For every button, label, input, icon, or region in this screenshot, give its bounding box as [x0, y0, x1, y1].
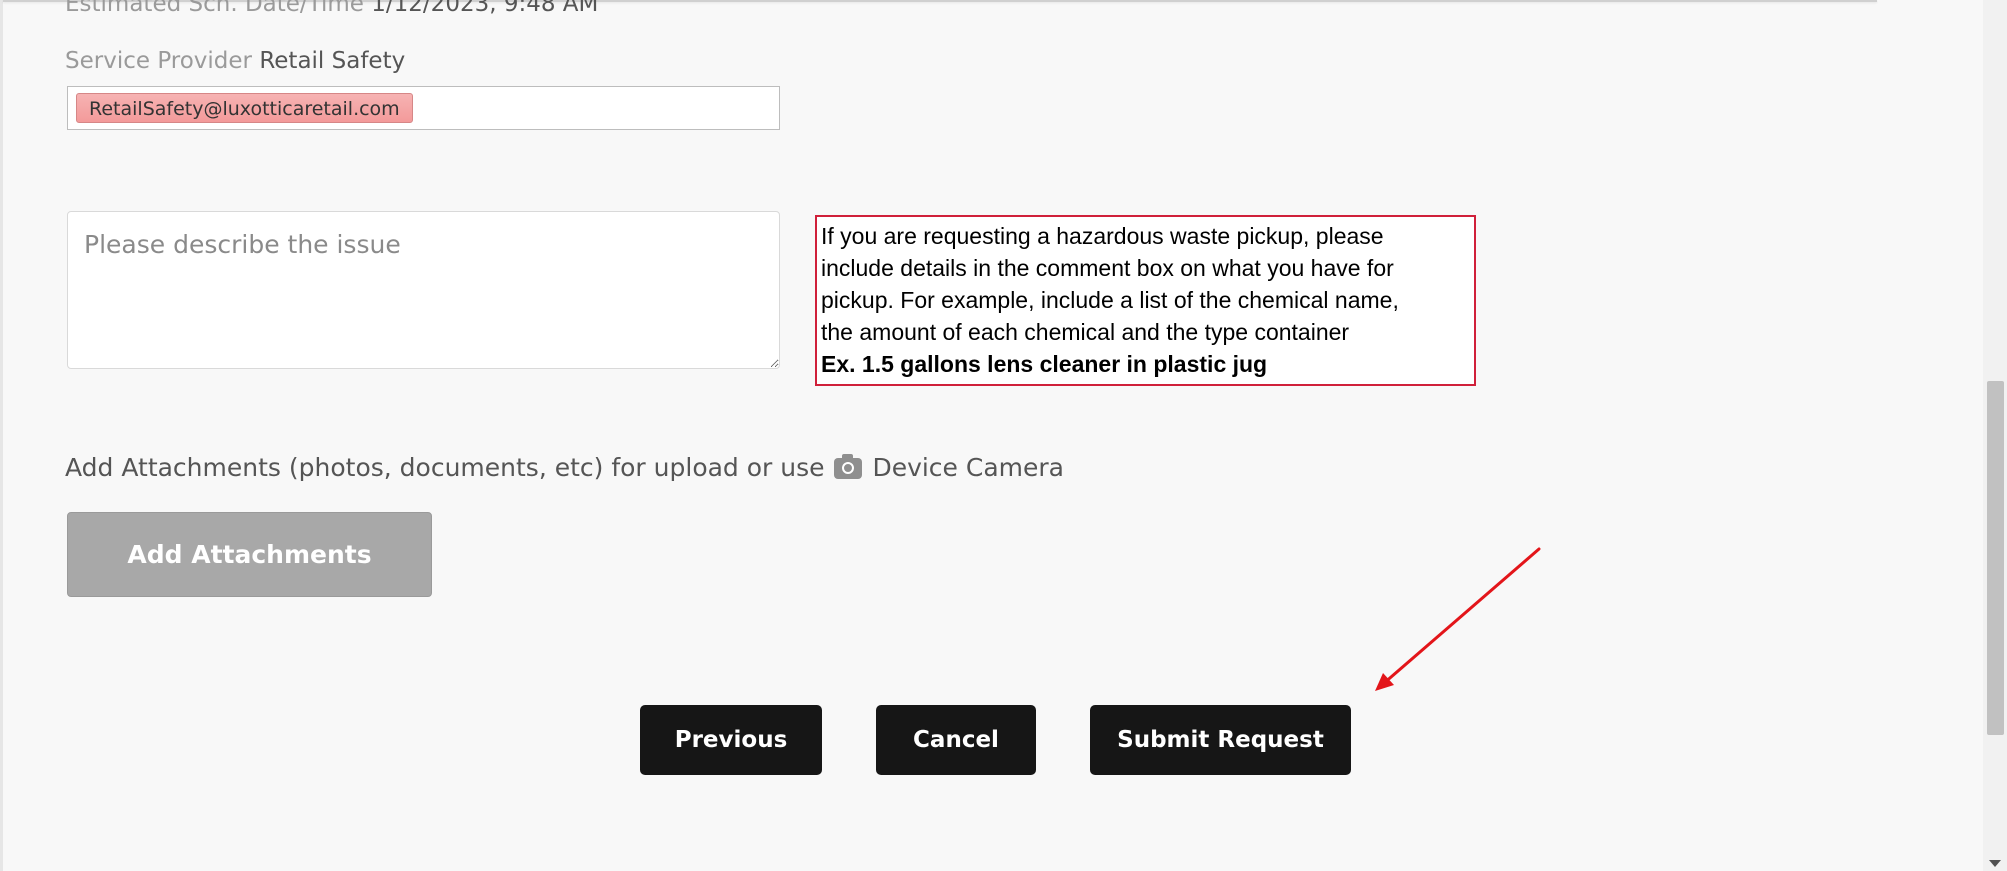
- attachments-label: Add Attachments (photos, documents, etc)…: [65, 453, 1064, 482]
- hazardous-waste-notice: If you are requesting a hazardous waste …: [815, 215, 1476, 386]
- request-form-page: Estimated Sch. Date/Time 1/12/2023, 9:48…: [0, 0, 2007, 871]
- service-provider-label: Service Provider: [65, 48, 253, 74]
- service-provider-row: Service Provider Retail Safety: [65, 48, 405, 74]
- notice-line: pickup. For example, include a list of t…: [821, 287, 1399, 313]
- notice-line: If you are requesting a hazardous waste …: [821, 223, 1384, 249]
- vertical-scrollbar[interactable]: [1983, 0, 2007, 871]
- scrollbar-thumb[interactable]: [1987, 381, 2004, 735]
- notice-line: the amount of each chemical and the type…: [821, 319, 1350, 345]
- service-provider-email-field[interactable]: RetailSafety@luxotticaretail.com: [67, 86, 780, 130]
- estimated-schedule-value: 1/12/2023, 9:48 AM: [371, 0, 599, 17]
- service-provider-email-tag[interactable]: RetailSafety@luxotticaretail.com: [76, 93, 413, 123]
- estimated-schedule-row: Estimated Sch. Date/Time 1/12/2023, 9:48…: [65, 0, 598, 17]
- notice-line: include details in the comment box on wh…: [821, 255, 1394, 281]
- service-provider-value: Retail Safety: [259, 48, 406, 74]
- add-attachments-button[interactable]: Add Attachments: [67, 512, 432, 597]
- estimated-schedule-label: Estimated Sch. Date/Time: [65, 0, 364, 17]
- submit-request-button[interactable]: Submit Request: [1090, 705, 1351, 775]
- device-camera-link[interactable]: Device Camera: [872, 453, 1064, 482]
- notice-example: Ex. 1.5 gallons lens cleaner in plastic …: [821, 351, 1268, 377]
- attachments-label-text: Add Attachments (photos, documents, etc)…: [65, 453, 825, 482]
- cancel-button[interactable]: Cancel: [876, 705, 1036, 775]
- annotation-arrow-icon: [1375, 547, 1541, 691]
- issue-description-textarea[interactable]: [67, 211, 780, 369]
- camera-icon[interactable]: [834, 454, 863, 479]
- scroll-down-arrow-icon[interactable]: [1989, 860, 2001, 867]
- previous-button[interactable]: Previous: [640, 705, 822, 775]
